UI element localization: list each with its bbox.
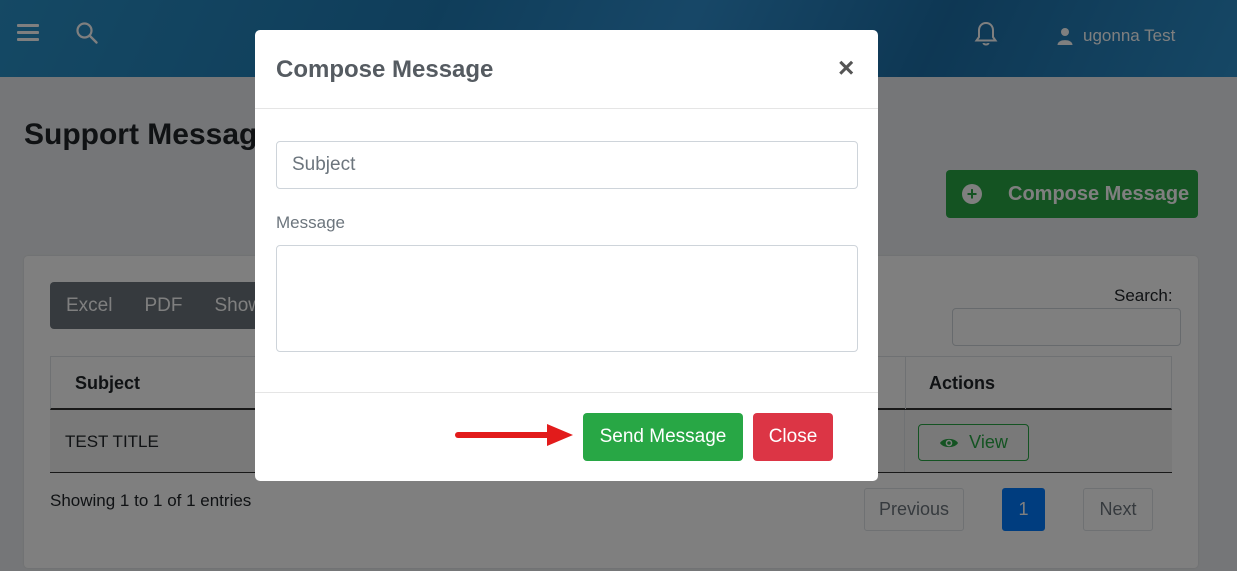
subject-input[interactable]: Subject xyxy=(276,141,858,189)
red-arrow-icon xyxy=(455,424,573,446)
send-message-button[interactable]: Send Message xyxy=(583,413,743,461)
modal-footer-divider xyxy=(255,392,878,393)
message-label: Message xyxy=(276,213,345,232)
modal-header: Compose Message × xyxy=(255,30,878,109)
close-icon[interactable]: × xyxy=(838,54,854,82)
close-button[interactable]: Close xyxy=(753,413,833,461)
message-textarea[interactable] xyxy=(276,245,858,352)
modal-title: Compose Message xyxy=(276,56,494,83)
compose-message-modal: Compose Message × Subject Message Send M… xyxy=(255,30,878,481)
